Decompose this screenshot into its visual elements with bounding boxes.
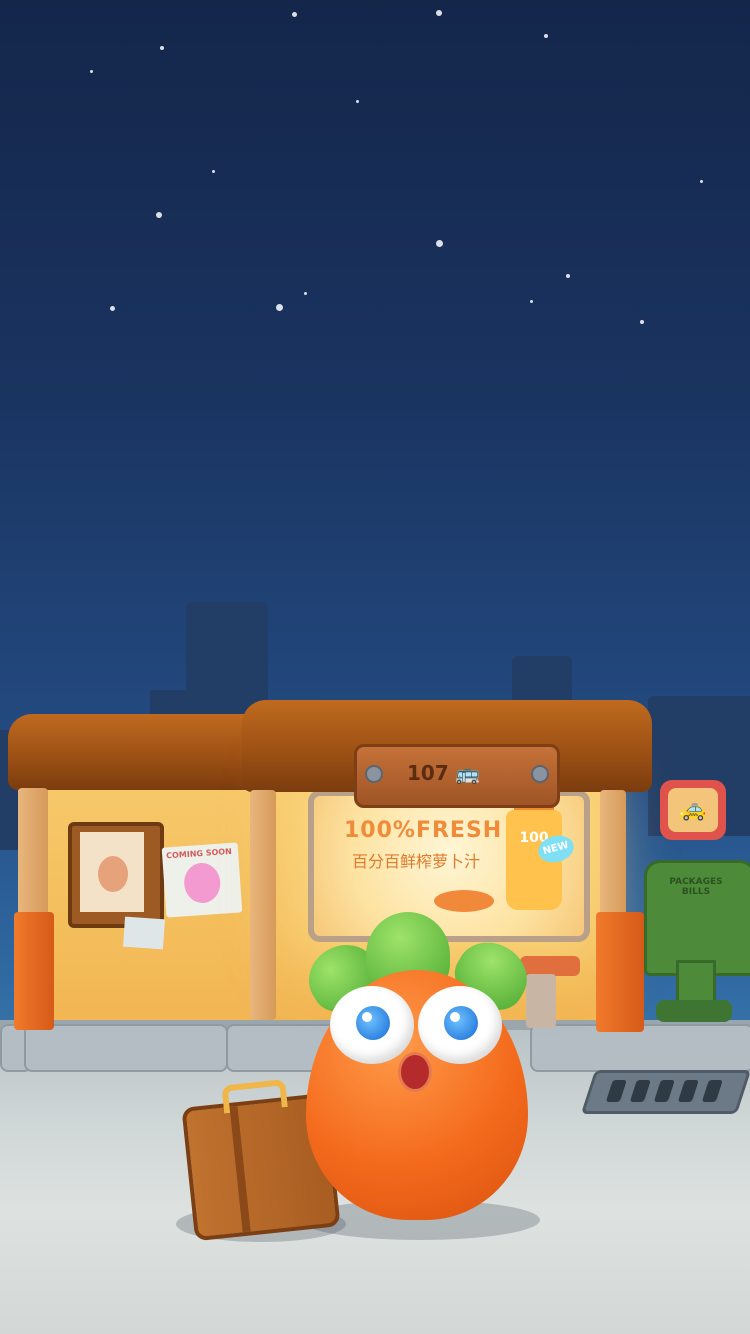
left-eye	[330, 986, 414, 1064]
mailbox-base	[656, 1000, 732, 1022]
coming-soon-poster: COMING SOON	[161, 842, 243, 918]
star	[292, 12, 297, 17]
route-number: 107	[407, 761, 449, 785]
juice-billboard: 100%FRESH 百分百鲜榨萝卜汁 100 NEW	[308, 790, 590, 942]
carrot-mouth	[398, 1052, 432, 1092]
star	[700, 180, 703, 183]
bench-seat	[520, 956, 580, 976]
mailbox: PACKAGES BILLS	[644, 860, 750, 976]
billboard-subline: 百分百鲜榨萝卜汁	[352, 852, 481, 871]
small-poster	[123, 916, 165, 950]
star	[640, 320, 644, 324]
star	[160, 46, 164, 50]
star	[304, 292, 307, 295]
star	[276, 304, 283, 311]
framed-poster	[68, 822, 164, 928]
bus-icon: 🚌	[455, 761, 480, 785]
night-sky	[0, 0, 750, 700]
bus-route-sign: 107 🚌	[354, 744, 560, 808]
star	[110, 306, 115, 311]
right-eye	[418, 986, 502, 1064]
shelter-pillar-base	[14, 912, 54, 1030]
billboard-headline: 100%FRESH	[344, 818, 503, 843]
star	[212, 170, 215, 173]
mailbox-label: PACKAGES BILLS	[669, 877, 723, 897]
left-iris	[356, 1006, 390, 1040]
drain-grate	[580, 1070, 750, 1114]
taxi-icon: 🚕	[668, 788, 718, 832]
star	[356, 100, 359, 103]
game-scene: COMING SOON 100%FRESH 百分百鲜榨萝卜汁 100 NEW 1…	[0, 0, 750, 1334]
carrot-graphic	[434, 890, 494, 912]
shelter-pillar-base	[596, 912, 644, 1032]
star	[436, 10, 442, 16]
star	[530, 300, 533, 303]
suitcase-strap	[229, 1106, 251, 1233]
shelter-left-roof	[8, 714, 276, 790]
shelter-pillar	[250, 790, 276, 1020]
star	[544, 34, 548, 38]
sign-bolt	[531, 765, 549, 783]
bench-leg	[526, 974, 556, 1028]
poster-text: COMING SOON	[165, 846, 233, 861]
taxi-sign: 🚕	[660, 780, 726, 840]
star	[156, 212, 162, 218]
star	[90, 70, 93, 73]
shelter-pillar	[600, 790, 626, 920]
curb-slab	[24, 1024, 228, 1072]
star	[566, 274, 570, 278]
sign-bolt	[365, 765, 383, 783]
shelter-pillar	[18, 788, 48, 928]
right-iris	[444, 1006, 478, 1040]
star	[436, 240, 443, 247]
